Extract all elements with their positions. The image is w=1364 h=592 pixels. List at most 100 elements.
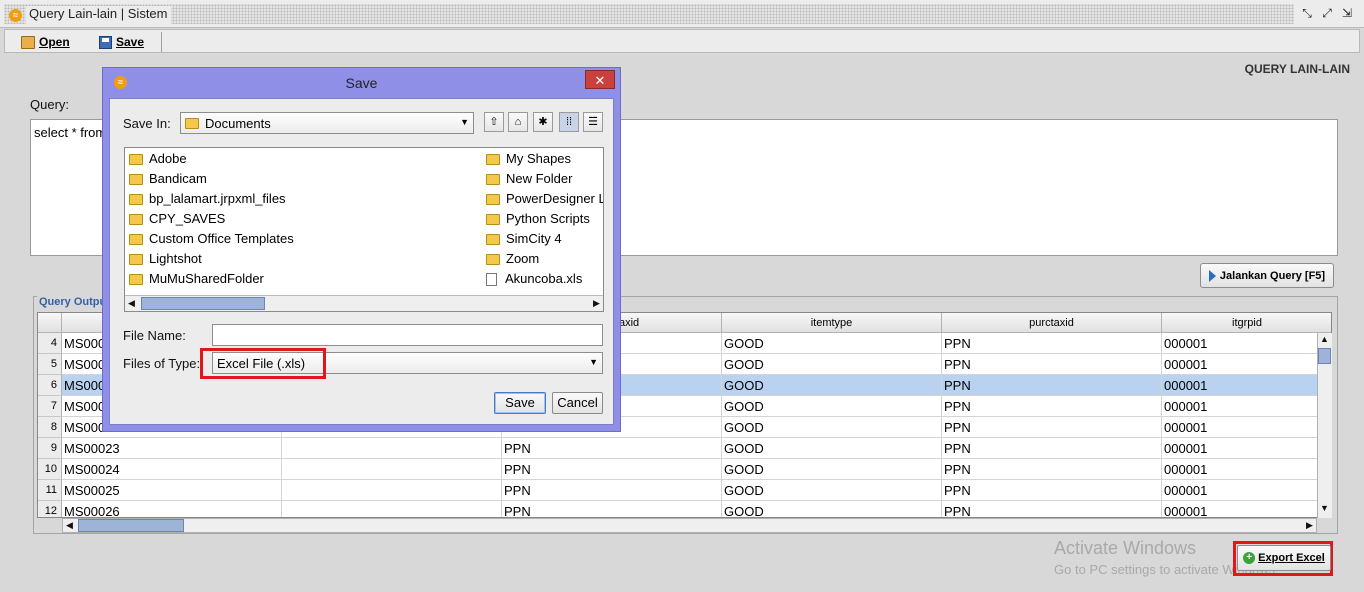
- table-row[interactable]: 9 MS00023 PPN GOOD PPN 000001: [38, 438, 1331, 459]
- dialog-cancel-button[interactable]: Cancel: [552, 392, 603, 414]
- table-cell[interactable]: 000001: [1162, 480, 1331, 501]
- column-header[interactable]: itgrpid: [1162, 313, 1331, 333]
- run-query-button[interactable]: Jalankan Query [F5]: [1200, 263, 1334, 288]
- save-in-combo[interactable]: Documents ▼: [180, 112, 474, 134]
- table-cell[interactable]: [282, 501, 502, 517]
- table-cell[interactable]: [282, 438, 502, 459]
- table-cell[interactable]: GOOD: [722, 375, 942, 396]
- dialog-save-button[interactable]: Save: [494, 392, 546, 414]
- table-cell[interactable]: GOOD: [722, 396, 942, 417]
- save-button[interactable]: Save: [99, 33, 144, 51]
- table-cell[interactable]: GOOD: [722, 354, 942, 375]
- dialog-close-button[interactable]: ✕: [585, 70, 615, 89]
- toolbar-separator: [161, 32, 162, 52]
- file-list-item[interactable]: New Folder: [486, 170, 572, 188]
- file-list-item[interactable]: CPY_SAVES: [129, 210, 225, 228]
- table-cell[interactable]: PPN: [942, 396, 1162, 417]
- column-header[interactable]: [38, 313, 62, 333]
- table-cell[interactable]: 000001: [1162, 396, 1331, 417]
- table-cell[interactable]: MS00026: [62, 501, 282, 517]
- table-cell[interactable]: PPN: [502, 459, 722, 480]
- file-list-item[interactable]: Custom Office Templates: [129, 230, 294, 248]
- scroll-left-icon[interactable]: ◀: [63, 519, 76, 532]
- file-list-scroll-thumb[interactable]: [141, 297, 265, 310]
- file-name-input[interactable]: [212, 324, 603, 346]
- table-cell[interactable]: PPN: [942, 459, 1162, 480]
- table-horizontal-scrollbar[interactable]: ◀ ▶: [62, 518, 1317, 533]
- file-list-item[interactable]: PowerDesigner Li: [486, 190, 603, 208]
- file-list-item-label: New Folder: [506, 171, 573, 186]
- table-cell[interactable]: PPN: [942, 417, 1162, 438]
- table-cell[interactable]: 000001: [1162, 438, 1331, 459]
- table-cell[interactable]: MS00023: [62, 438, 282, 459]
- file-list-item[interactable]: Lightshot: [129, 250, 202, 268]
- table-cell[interactable]: GOOD: [722, 480, 942, 501]
- up-folder-icon[interactable]: ⇧: [484, 112, 504, 132]
- table-cell[interactable]: PPN: [942, 354, 1162, 375]
- table-cell[interactable]: PPN: [942, 375, 1162, 396]
- file-list-item[interactable]: My Shapes: [486, 150, 571, 168]
- column-header[interactable]: itemtype: [722, 313, 942, 333]
- table-cell[interactable]: 000001: [1162, 354, 1331, 375]
- scroll-right-icon[interactable]: ▶: [1303, 519, 1316, 532]
- table-cell[interactable]: PPN: [502, 438, 722, 459]
- file-list-item[interactable]: Zoom: [486, 250, 539, 268]
- table-cell[interactable]: 000001: [1162, 459, 1331, 480]
- scroll-left-icon[interactable]: ◀: [125, 297, 138, 310]
- new-folder-icon[interactable]: ✱: [533, 112, 553, 132]
- table-cell[interactable]: MS00025: [62, 480, 282, 501]
- list-view-icon[interactable]: ⁞⁞: [559, 112, 579, 132]
- table-cell[interactable]: [282, 459, 502, 480]
- table-vertical-scroll-thumb[interactable]: [1318, 348, 1331, 364]
- table-cell[interactable]: GOOD: [722, 438, 942, 459]
- folder-icon: [129, 174, 143, 186]
- file-list-item[interactable]: Python Scripts: [486, 210, 590, 228]
- folder-icon: [486, 214, 500, 226]
- table-row[interactable]: 11 MS00025 PPN GOOD PPN 000001: [38, 480, 1331, 501]
- table-cell[interactable]: GOOD: [722, 333, 942, 354]
- table-cell[interactable]: GOOD: [722, 459, 942, 480]
- file-list-item[interactable]: Bandicam: [129, 170, 207, 188]
- table-cell[interactable]: PPN: [942, 438, 1162, 459]
- file-list-item[interactable]: SimCity 4: [486, 230, 562, 248]
- scroll-down-icon[interactable]: ▼: [1318, 502, 1331, 515]
- table-cell[interactable]: GOOD: [722, 417, 942, 438]
- open-button[interactable]: Open: [21, 33, 70, 51]
- scroll-right-icon[interactable]: ▶: [590, 297, 603, 310]
- table-cell[interactable]: PPN: [502, 480, 722, 501]
- file-list-item[interactable]: Adobe: [129, 150, 187, 168]
- maximize-icon[interactable]: ⤢: [1320, 6, 1334, 20]
- scroll-up-icon[interactable]: ▲: [1318, 333, 1331, 346]
- table-cell[interactable]: PPN: [942, 501, 1162, 517]
- table-row[interactable]: 12 MS00026 PPN GOOD PPN 000001: [38, 501, 1331, 517]
- row-number: 7: [38, 396, 62, 417]
- dialog-titlebar[interactable]: ≈ Save ✕: [103, 68, 620, 98]
- file-list-item[interactable]: Akuncoba.xls: [486, 270, 582, 288]
- home-icon[interactable]: ⌂: [508, 112, 528, 132]
- table-cell[interactable]: 000001: [1162, 333, 1331, 354]
- table-cell[interactable]: GOOD: [722, 501, 942, 517]
- table-cell[interactable]: PPN: [502, 501, 722, 517]
- table-cell[interactable]: 000001: [1162, 501, 1331, 517]
- table-cell[interactable]: [282, 480, 502, 501]
- chevron-down-icon: ▼: [589, 357, 598, 367]
- file-list-item[interactable]: bp_lalamart.jrpxml_files: [129, 190, 286, 208]
- details-view-icon[interactable]: ☰: [583, 112, 603, 132]
- restore-icon[interactable]: ⤡: [1300, 6, 1314, 20]
- table-cell[interactable]: 000001: [1162, 417, 1331, 438]
- file-list-item[interactable]: MuMuSharedFolder: [129, 270, 264, 288]
- folder-icon: [185, 117, 199, 129]
- panel-title: QUERY LAIN-LAIN: [1244, 62, 1350, 76]
- table-horizontal-scroll-thumb[interactable]: [78, 519, 184, 532]
- file-list-item-label: Lightshot: [149, 251, 202, 266]
- column-header[interactable]: purctaxid: [942, 313, 1162, 333]
- table-cell[interactable]: PPN: [942, 480, 1162, 501]
- export-excel-button[interactable]: + Export Excel: [1237, 545, 1331, 571]
- table-cell[interactable]: 000001: [1162, 375, 1331, 396]
- file-list-item-label: MuMuSharedFolder: [149, 271, 264, 286]
- dialog-body: Save In: Documents ▼ ⇧ ⌂ ✱ ⁞⁞ ☰ Adobe Ban…: [109, 98, 614, 425]
- table-row[interactable]: 10 MS00024 PPN GOOD PPN 000001: [38, 459, 1331, 480]
- close-icon[interactable]: ⇲: [1340, 6, 1354, 20]
- table-cell[interactable]: PPN: [942, 333, 1162, 354]
- table-cell[interactable]: MS00024: [62, 459, 282, 480]
